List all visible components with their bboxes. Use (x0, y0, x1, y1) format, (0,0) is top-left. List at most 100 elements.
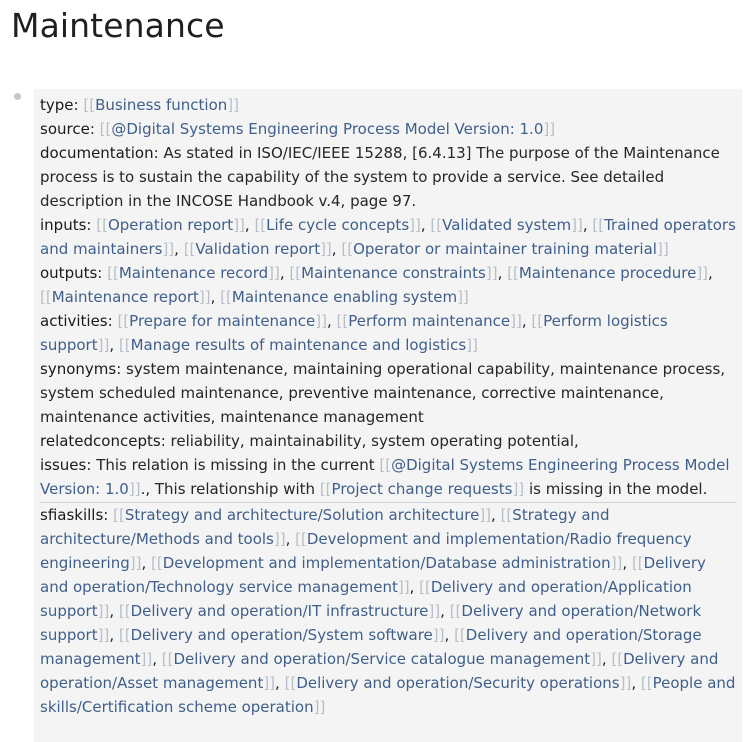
property-colon: : (86, 216, 97, 234)
issues-text: ., This relationship with (140, 480, 320, 498)
activities-link[interactable]: Perform maintenance (348, 312, 510, 330)
property-key-sfiaskills: sfiaskills (40, 506, 104, 524)
property-colon: : (103, 506, 114, 524)
issues-text: is missing in the model. (524, 480, 708, 498)
link-open-brackets: [[ (640, 674, 653, 692)
link-separator: , (409, 578, 420, 596)
sfiaskills-link[interactable]: Delivery and operation/Service catalogue… (173, 650, 590, 668)
link-open-brackets: [[ (254, 216, 267, 234)
page-title: Maintenance (11, 6, 225, 45)
link-open-brackets: [[ (118, 602, 131, 620)
type-link[interactable]: Business function (95, 96, 227, 114)
outputs-link[interactable]: Maintenance procedure (519, 264, 696, 282)
outputs-link[interactable]: Maintenance constraints (301, 264, 486, 282)
link-close-brackets: ]] (128, 480, 141, 498)
link-close-brackets: ]] (97, 626, 110, 644)
property-type: type: [[Business function]] (40, 93, 736, 117)
link-close-brackets: ]] (320, 240, 332, 258)
link-close-brackets: ]] (97, 336, 110, 354)
sfiaskills-link[interactable]: Development and implementation/Database … (163, 554, 611, 572)
link-separator: , (109, 626, 119, 644)
link-separator: , (420, 216, 431, 234)
link-separator: , (152, 650, 162, 668)
link-separator: , (601, 650, 612, 668)
sfiaskills-link[interactable]: Delivery and operation/System software (131, 626, 433, 644)
inputs-link[interactable]: Validation report (195, 240, 320, 258)
link-close-brackets: ]] (619, 674, 632, 692)
link-open-brackets: [[ (379, 456, 392, 474)
property-colon: : (153, 144, 164, 162)
link-separator: , (491, 506, 501, 524)
link-open-brackets: [[ (83, 96, 96, 114)
link-close-brackets: ]] (409, 216, 421, 234)
activities-link[interactable]: Prepare for maintenance (129, 312, 315, 330)
link-close-brackets: ]] (428, 602, 441, 620)
link-close-brackets: ]] (656, 240, 669, 258)
link-open-brackets: [[ (341, 240, 354, 258)
outputs-link[interactable]: Maintenance enabling system (232, 288, 457, 306)
link-open-brackets: [[ (531, 312, 544, 330)
property-inputs: inputs: [[Operation report]], [[Life cyc… (40, 213, 736, 261)
link-close-brackets: ]] (315, 312, 327, 330)
link-separator: , (582, 216, 593, 234)
property-value-synonyms: system maintenance, maintaining operatio… (40, 360, 726, 426)
property-colon: : (89, 120, 100, 138)
inputs-link[interactable]: Life cycle concepts (266, 216, 409, 234)
link-close-brackets: ]] (466, 336, 478, 354)
link-open-brackets: [[ (500, 506, 513, 524)
link-open-brackets: [[ (507, 264, 519, 282)
property-key-type: type (40, 96, 74, 114)
link-open-brackets: [[ (430, 216, 443, 234)
property-activities: activities: [[Prepare for maintenance]],… (40, 309, 736, 357)
link-separator: , (497, 264, 508, 282)
link-separator: , (141, 554, 152, 572)
link-open-brackets: [[ (454, 626, 466, 644)
link-close-brackets: ]] (227, 96, 239, 114)
issues-link[interactable]: Project change requests (332, 480, 513, 498)
block-bullet[interactable] (14, 93, 21, 100)
link-open-brackets: [[ (592, 216, 605, 234)
link-close-brackets: ]] (263, 674, 276, 692)
property-sfiaskills: sfiaskills: [[Strategy and architecture/… (40, 503, 736, 719)
source-link[interactable]: @Digital Systems Engineering Process Mod… (111, 120, 543, 138)
link-separator: , (275, 674, 285, 692)
issues-text: This relation is missing in the current (96, 456, 380, 474)
property-source: source: [[@Digital Systems Engineering P… (40, 117, 736, 141)
link-separator: , (326, 312, 337, 330)
link-separator: , (174, 240, 184, 258)
property-key-outputs: outputs (40, 264, 98, 282)
outputs-link[interactable]: Maintenance report (52, 288, 199, 306)
sfiaskills-link[interactable]: Delivery and operation/IT infrastructure (131, 602, 429, 620)
property-key-synonyms: synonyms (40, 360, 117, 378)
link-close-brackets: ]] (543, 120, 556, 138)
sfiaskills-link[interactable]: Strategy and architecture/Solution archi… (125, 506, 479, 524)
link-close-brackets: ]] (479, 506, 492, 524)
link-open-brackets: [[ (161, 650, 174, 668)
property-key-relatedconcepts: relatedconcepts (40, 432, 161, 450)
link-close-brackets: ]] (457, 288, 469, 306)
link-separator: , (622, 554, 632, 572)
link-separator: , (444, 626, 455, 644)
link-open-brackets: [[ (319, 480, 332, 498)
link-close-brackets: ]] (198, 288, 211, 306)
property-synonyms: synonyms: system maintenance, maintainin… (40, 357, 736, 429)
link-open-brackets: [[ (99, 120, 112, 138)
link-open-brackets: [[ (336, 312, 349, 330)
property-outputs: outputs: [[Maintenance record]], [[Maint… (40, 261, 736, 309)
link-close-brackets: ]] (696, 264, 709, 282)
inputs-link[interactable]: Operator or maintainer training material (353, 240, 657, 258)
activities-link[interactable]: Manage results of maintenance and logist… (131, 336, 467, 354)
link-separator: , (708, 264, 713, 282)
link-separator: , (109, 602, 119, 620)
properties-block[interactable]: type: [[Business function]] source: [[@Di… (34, 89, 742, 742)
link-open-brackets: [[ (113, 506, 125, 524)
link-separator: , (279, 264, 290, 282)
sfiaskills-link[interactable]: Delivery and operation/Security operatio… (296, 674, 619, 692)
property-key-issues: issues (40, 456, 87, 474)
inputs-link[interactable]: Validated system (442, 216, 571, 234)
property-value-relatedconcepts: reliability, maintainability, system ope… (170, 432, 579, 450)
inputs-link[interactable]: Operation report (108, 216, 233, 234)
link-close-brackets: ]] (129, 554, 142, 572)
link-close-brackets: ]] (590, 650, 602, 668)
outputs-link[interactable]: Maintenance record (119, 264, 268, 282)
